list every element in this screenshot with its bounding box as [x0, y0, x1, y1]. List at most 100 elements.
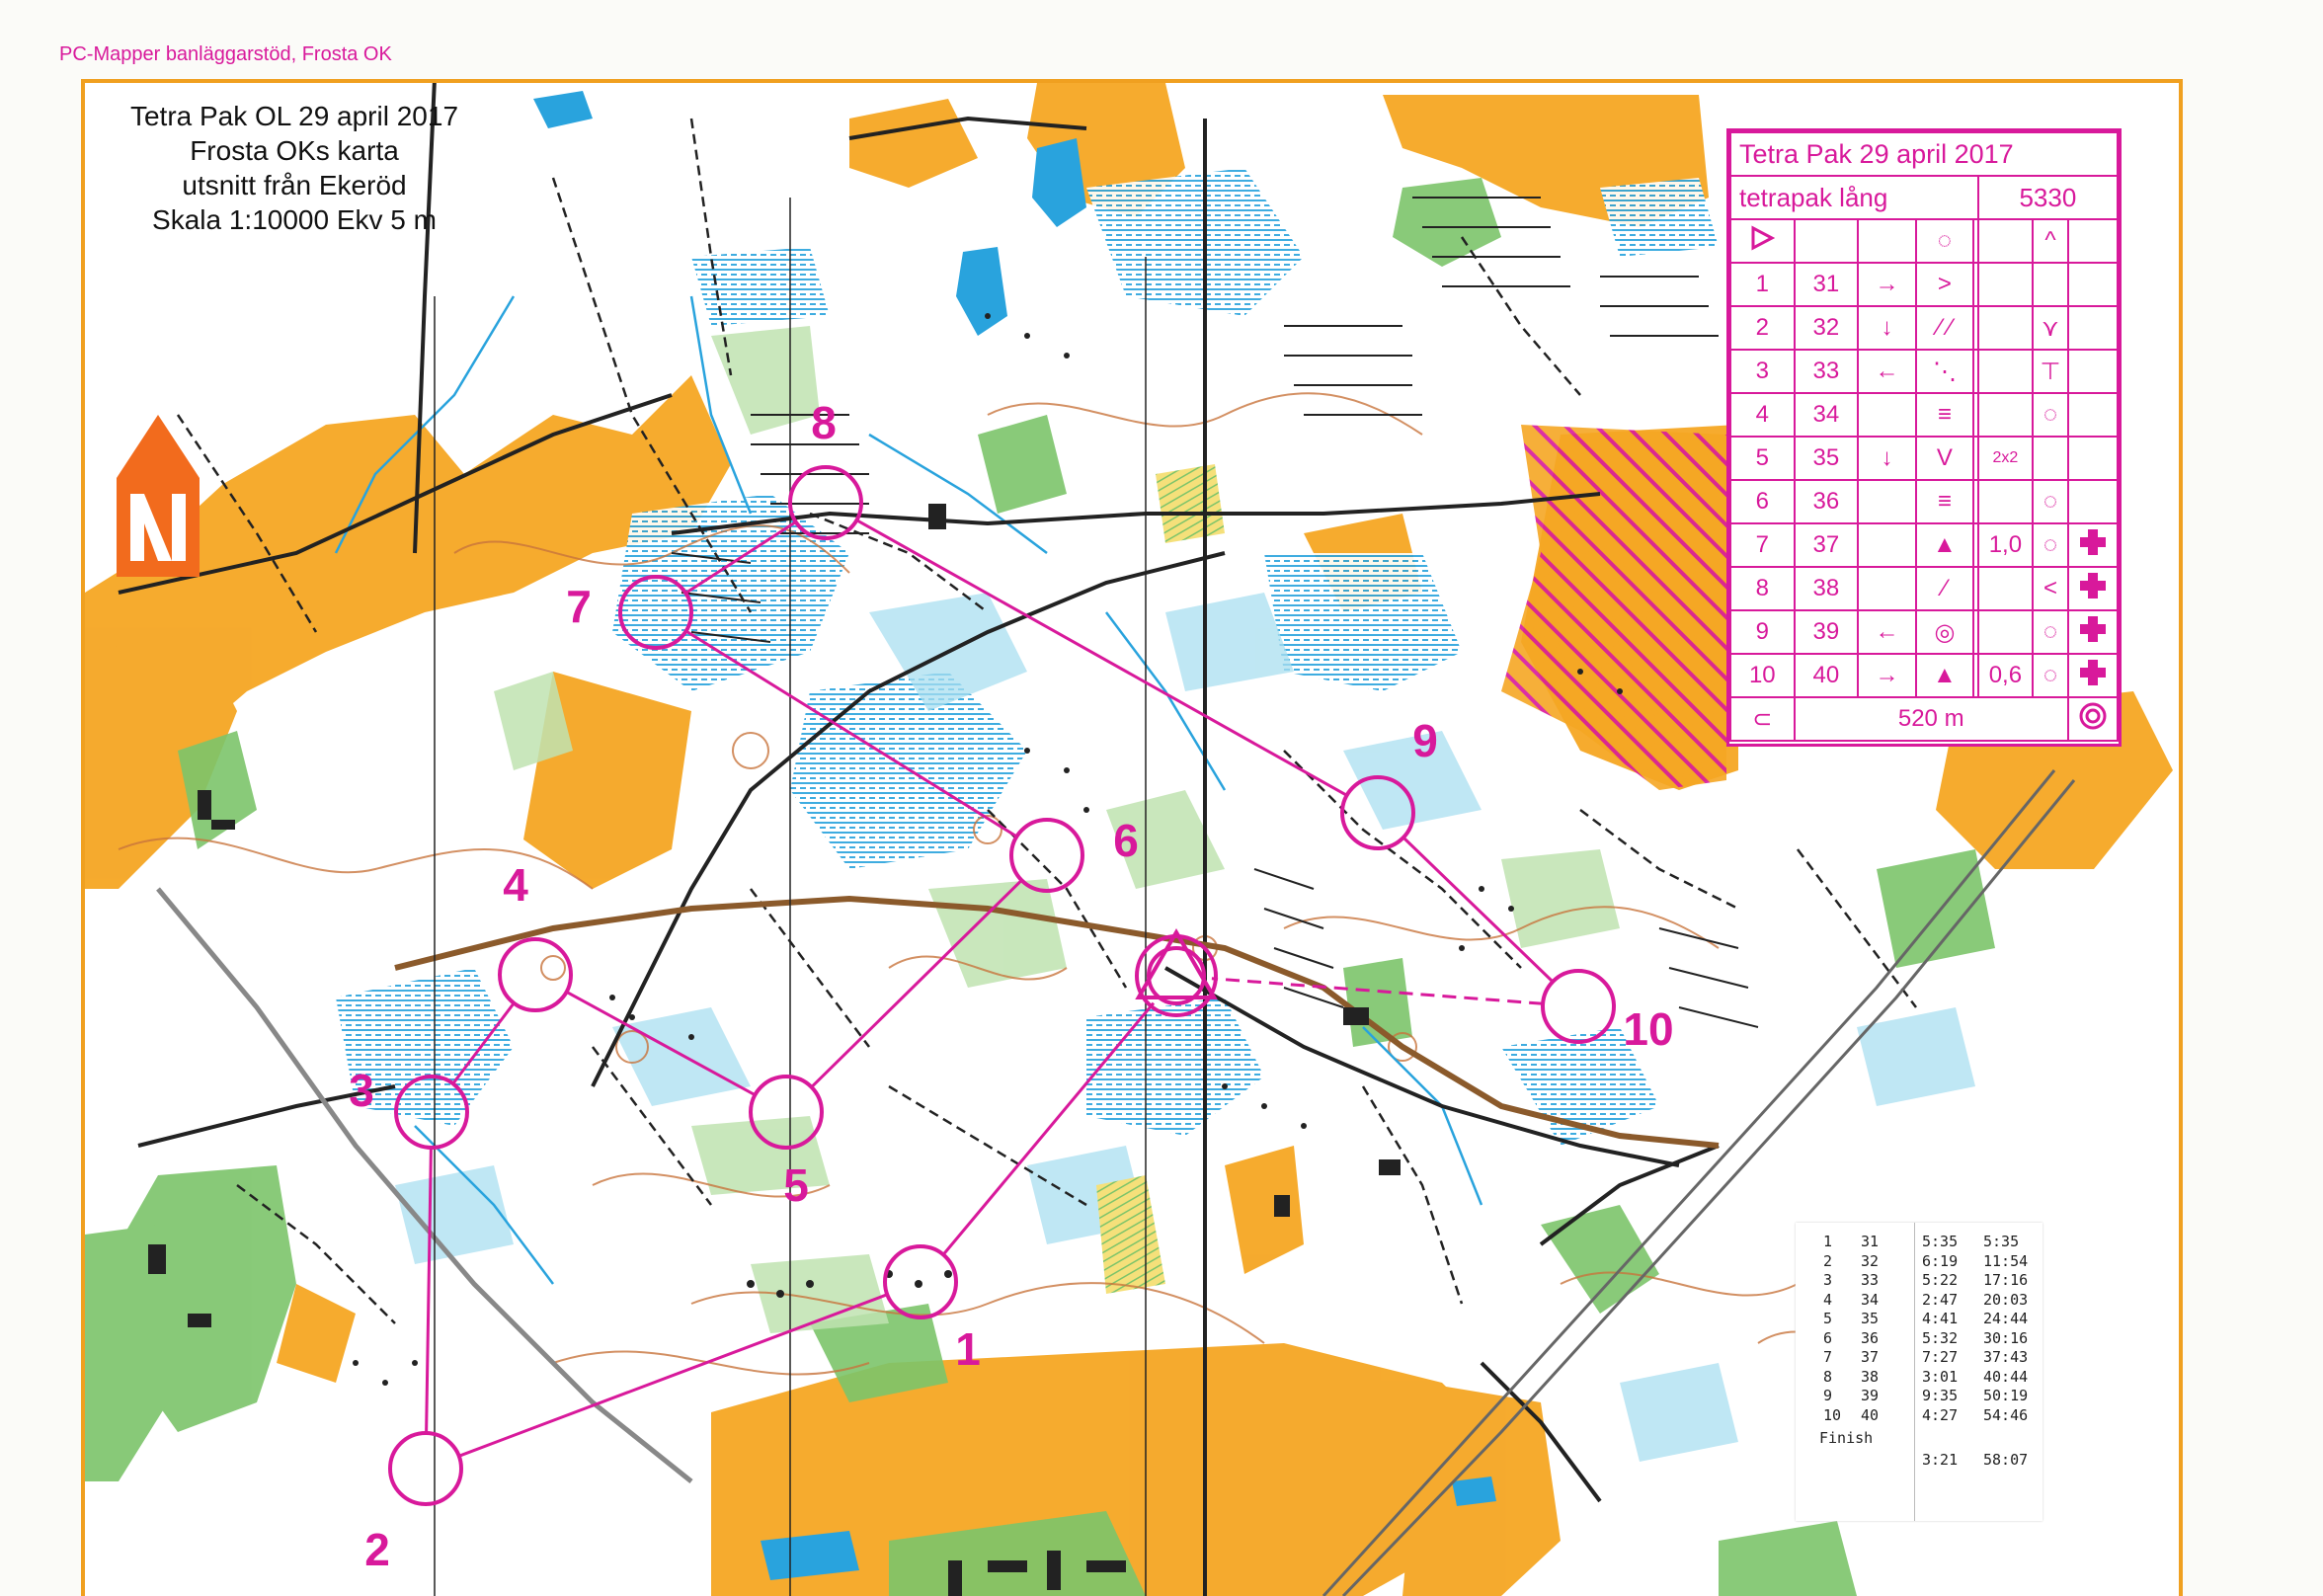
control-number: 9: [1412, 715, 1438, 766]
control-seq: 4: [1729, 392, 1796, 438]
description-row: 5 35 ↓ V 2x2: [1729, 436, 2120, 481]
location-icon: [2032, 262, 2069, 307]
split-leg-time: 5:32: [1922, 1328, 1959, 1347]
split-control-code: 34: [1861, 1290, 1880, 1309]
aid-cell: [2066, 392, 2120, 438]
split-total-time: 54:46: [1983, 1405, 2029, 1424]
split-total-time: 37:43: [1983, 1348, 2029, 1366]
control-number: 6: [1113, 815, 1139, 866]
control-seq: 6: [1729, 479, 1796, 524]
direction-icon: ↓: [1857, 305, 1917, 351]
split-total-time: 24:44: [1983, 1310, 2029, 1327]
split-leg-time: 2:47: [1922, 1290, 1959, 1309]
control-code: 40: [1793, 653, 1860, 698]
feature-icon: ◎: [1914, 609, 1975, 655]
appearance-note: 1,0: [1976, 522, 2035, 568]
appearance-note: [1976, 609, 2035, 655]
direction-icon: ←: [1857, 349, 1917, 394]
aid-cell: [2066, 653, 2120, 698]
control-description-sheet: Tetra Pak 29 april 2017 tetrapak lång 53…: [1726, 128, 2122, 747]
direction-icon: [1857, 392, 1917, 438]
control-code: 36: [1793, 479, 1860, 524]
control-code: 35: [1793, 436, 1860, 481]
control-number: 7: [566, 581, 592, 632]
finish-total-time: 58:07: [1983, 1451, 2029, 1469]
direction-icon: ←: [1857, 609, 1917, 655]
finish-leg-time: 3:21: [1922, 1451, 1959, 1469]
appearance-note: [1976, 392, 2035, 438]
map-title-line: Skala 1:10000 Ekv 5 m: [152, 204, 437, 235]
split-leg-time: 3:01: [1922, 1367, 1959, 1386]
control-seq: 3: [1729, 349, 1796, 394]
course-name: tetrapak lång: [1729, 175, 1979, 220]
feature-icon: ▲: [1914, 522, 1975, 568]
split-time-receipt: 1 31 5:35 5:35 2 32 6:19 11:54 3 33 5:22 17:16 4 34 2:…: [1796, 1223, 2043, 1521]
feature-icon: ≡: [1914, 392, 1975, 438]
aid-cell: [2066, 522, 2120, 568]
split-control-code: 32: [1861, 1251, 1880, 1270]
split-control-code: 37: [1861, 1348, 1880, 1366]
direction-icon: [1857, 522, 1917, 568]
description-row: 6 36 ≡ ◌: [1729, 479, 2120, 524]
finish-distance: 520 m: [1793, 696, 2069, 742]
location-icon: <: [2032, 566, 2069, 611]
split-total-time: 20:03: [1983, 1290, 2029, 1309]
description-row: 2 32 ↓ ⁄ ⁄ ⋎: [1729, 305, 2120, 351]
location-icon: [2032, 436, 2069, 481]
location-icon: ⋎: [2032, 305, 2069, 351]
description-row: 7 37 ▲ 1,0 ◌: [1729, 522, 2120, 568]
split-total-time: 5:35: [1983, 1233, 2020, 1250]
split-total-time: 40:44: [1983, 1367, 2029, 1386]
feature-icon: ≡: [1914, 479, 1975, 524]
split-leg-number: 3: [1823, 1271, 1833, 1289]
split-leg-number: 6: [1823, 1328, 1833, 1347]
description-row: 9 39 ← ◎ ◌: [1729, 609, 2120, 655]
direction-icon: [1857, 566, 1917, 611]
control-number: 4: [503, 859, 528, 911]
control-seq: 1: [1729, 262, 1796, 307]
feature-icon: V: [1914, 436, 1975, 481]
split-leg-number: 5: [1823, 1310, 1833, 1327]
course-code: 5330: [1976, 175, 2120, 220]
map-title-block: Tetra Pak OL 29 april 2017 Frosta OKs ka…: [97, 99, 492, 237]
location-icon: ⊤: [2032, 349, 2069, 394]
feature-icon: ^: [2032, 218, 2069, 264]
split-control-code: 40: [1861, 1405, 1880, 1424]
feature-icon: ⋱: [1914, 349, 1975, 394]
first-aid-cross-icon: [2079, 572, 2106, 598]
split-control-code: 39: [1861, 1387, 1880, 1404]
split-leg-time: 6:19: [1922, 1251, 1959, 1270]
split-total-time: 30:16: [1983, 1328, 2029, 1347]
appearance-note: [1976, 305, 2035, 351]
split-leg-number: 9: [1823, 1387, 1833, 1404]
feature-icon: >: [1914, 262, 1975, 307]
feature-icon: ◌: [1914, 218, 1975, 264]
map-title-line: utsnitt från Ekeröd: [182, 170, 407, 200]
location-icon: ◌: [2032, 653, 2069, 698]
aid-cell: [2066, 262, 2120, 307]
appearance-note: [1976, 566, 2035, 611]
aid-cell: [2066, 436, 2120, 481]
first-aid-cross-icon: [2079, 528, 2106, 555]
direction-icon: →: [1857, 262, 1917, 307]
control-code: 38: [1793, 566, 1860, 611]
control-number: 8: [811, 397, 837, 448]
finish-double-circle-icon: [2066, 696, 2120, 742]
control-code: 31: [1793, 262, 1860, 307]
appearance-note: [1976, 479, 2035, 524]
location-icon: ◌: [2032, 522, 2069, 568]
mapper-header-note: PC-Mapper banläggarstöd, Frosta OK: [59, 43, 392, 65]
feature-icon: ⁄: [1914, 566, 1975, 611]
aid-cell: [2066, 566, 2120, 611]
finish-label: Finish: [1819, 1429, 1874, 1447]
split-leg-number: 2: [1823, 1251, 1833, 1270]
split-leg-number: 4: [1823, 1290, 1833, 1309]
split-control-code: 36: [1861, 1328, 1880, 1347]
control-seq: 9: [1729, 609, 1796, 655]
control-seq: 2: [1729, 305, 1796, 351]
appearance-note: [1976, 349, 2035, 394]
appearance-note: 2x2: [1976, 436, 2035, 481]
split-total-time: 11:54: [1983, 1251, 2029, 1270]
split-leg-time: 4:41: [1922, 1310, 1959, 1327]
description-row: 1 31 → >: [1729, 262, 2120, 307]
